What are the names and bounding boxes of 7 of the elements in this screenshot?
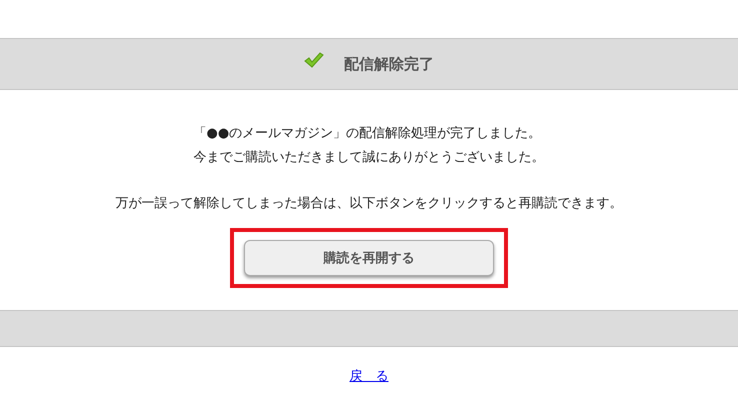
message-line: 今までご購読いただきまして誠にありがとうございました。 [194,149,544,167]
checkmark-icon [304,52,324,68]
note-text: 万が一誤って解除してしまった場合は、以下ボタンをクリックすると再購読できます。 [116,195,622,213]
message-line: 「●●のメールマガジン」の配信解除処理が完了しました。 [194,125,542,143]
page-title: 配信解除完了 [344,54,434,74]
back-link[interactable]: 戻 る [350,367,388,385]
resubscribe-button[interactable]: 購読を再開する [244,240,494,276]
